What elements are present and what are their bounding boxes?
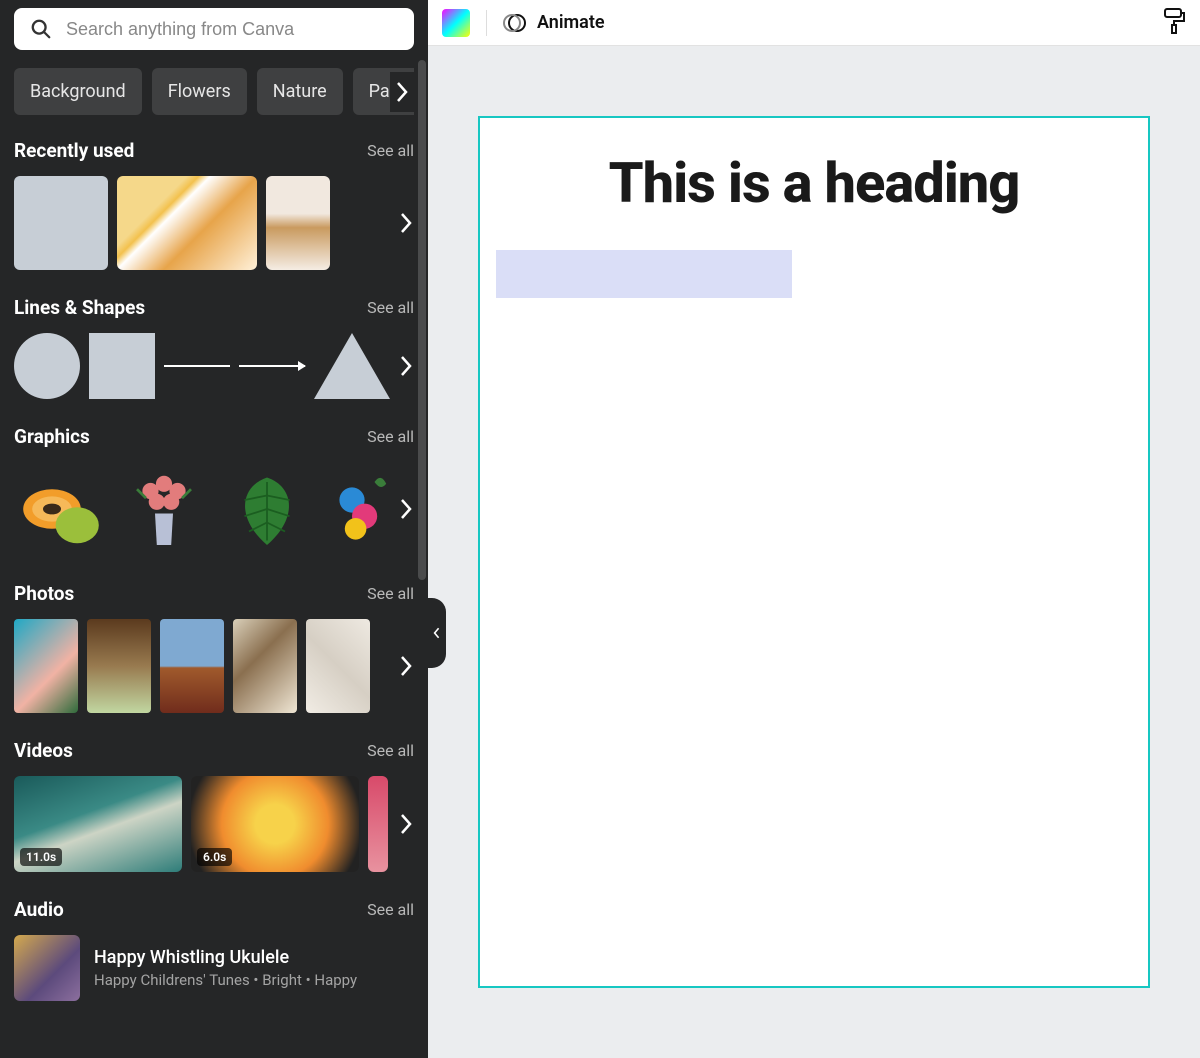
recent-next[interactable]	[394, 203, 414, 243]
search-icon	[30, 18, 52, 40]
audio-subtitle: Happy Childrens' Tunes • Bright • Happy	[94, 971, 357, 989]
section-photos: Photos See all	[14, 582, 414, 713]
audio-thumbnail[interactable]	[14, 935, 80, 1001]
graphics-next[interactable]	[394, 489, 414, 529]
shape-triangle[interactable]	[314, 333, 390, 399]
photo-item[interactable]	[233, 619, 297, 713]
section-title: Photos	[14, 582, 74, 605]
section-title: Lines & Shapes	[14, 296, 145, 319]
see-all-audio[interactable]: See all	[367, 900, 414, 919]
videos-next[interactable]	[394, 804, 414, 844]
photo-item[interactable]	[160, 619, 224, 713]
video-item[interactable]: 11.0s	[14, 776, 182, 872]
see-all-recent[interactable]: See all	[367, 141, 414, 160]
section-lines-shapes: Lines & Shapes See all	[14, 296, 414, 399]
canvas-area[interactable]: This is a heading	[428, 46, 1200, 1058]
text-selection-box[interactable]	[496, 250, 792, 298]
recent-item[interactable]	[266, 176, 330, 270]
design-canvas[interactable]: This is a heading	[478, 116, 1150, 988]
shape-circle[interactable]	[14, 333, 80, 399]
section-recently-used: Recently used See all	[14, 139, 414, 270]
video-item[interactable]: 6.0s	[191, 776, 359, 872]
elements-sidebar: Background Flowers Nature Pastel b Recen…	[0, 0, 428, 1058]
paint-roller-icon	[1162, 7, 1186, 35]
recent-item[interactable]	[117, 176, 257, 270]
see-all-videos[interactable]: See all	[367, 741, 414, 760]
styles-button[interactable]	[1162, 7, 1186, 39]
photos-next[interactable]	[394, 646, 414, 686]
color-picker-button[interactable]	[442, 9, 470, 37]
scrollbar-thumb[interactable]	[418, 60, 426, 580]
search-input-wrapper[interactable]	[14, 8, 414, 50]
main-editor: Animate This is a heading	[428, 0, 1200, 1058]
audio-item[interactable]: Happy Whistling Ukulele Happy Childrens'…	[14, 935, 414, 1001]
section-title: Recently used	[14, 139, 134, 162]
collapse-sidebar-handle[interactable]	[428, 598, 446, 668]
photo-item[interactable]	[14, 619, 78, 713]
shape-line[interactable]	[164, 365, 230, 367]
chip-background[interactable]: Background	[14, 68, 142, 115]
heading-text[interactable]: This is a heading	[480, 150, 1148, 216]
audio-title: Happy Whistling Ukulele	[94, 947, 357, 968]
audio-meta: Happy Whistling Ukulele Happy Childrens'…	[94, 947, 357, 989]
video-item[interactable]	[368, 776, 388, 872]
section-title: Graphics	[14, 425, 90, 448]
graphic-monstera-leaf[interactable]	[220, 462, 314, 556]
see-all-photos[interactable]: See all	[367, 584, 414, 603]
section-title: Audio	[14, 898, 64, 921]
section-audio: Audio See all Happy Whistling Ukulele Ha…	[14, 898, 414, 1001]
see-all-lines[interactable]: See all	[367, 298, 414, 317]
section-title: Videos	[14, 739, 73, 762]
shape-arrow[interactable]	[239, 365, 305, 367]
recent-item[interactable]	[14, 176, 108, 270]
shape-square[interactable]	[89, 333, 155, 399]
chip-nature[interactable]: Nature	[257, 68, 343, 115]
video-duration: 11.0s	[20, 848, 62, 866]
suggestion-chips: Background Flowers Nature Pastel b	[14, 68, 414, 115]
chip-flowers[interactable]: Flowers	[152, 68, 247, 115]
see-all-graphics[interactable]: See all	[367, 427, 414, 446]
section-videos: Videos See all 11.0s 6.0s	[14, 739, 414, 872]
toolbar-divider	[486, 10, 487, 36]
section-graphics: Graphics See all	[14, 425, 414, 556]
photo-item[interactable]	[306, 619, 370, 713]
top-toolbar: Animate	[428, 0, 1200, 46]
animate-label: Animate	[537, 12, 605, 33]
chips-next[interactable]	[390, 72, 414, 112]
graphic-papaya[interactable]	[14, 462, 108, 556]
photo-item[interactable]	[87, 619, 151, 713]
animate-icon	[503, 11, 527, 35]
animate-button[interactable]: Animate	[503, 11, 605, 35]
search-input[interactable]	[66, 19, 398, 40]
sidebar-scrollbar[interactable]	[418, 60, 426, 950]
lines-next[interactable]	[394, 346, 414, 386]
graphic-bouquet[interactable]	[117, 462, 211, 556]
video-duration: 6.0s	[197, 848, 232, 866]
